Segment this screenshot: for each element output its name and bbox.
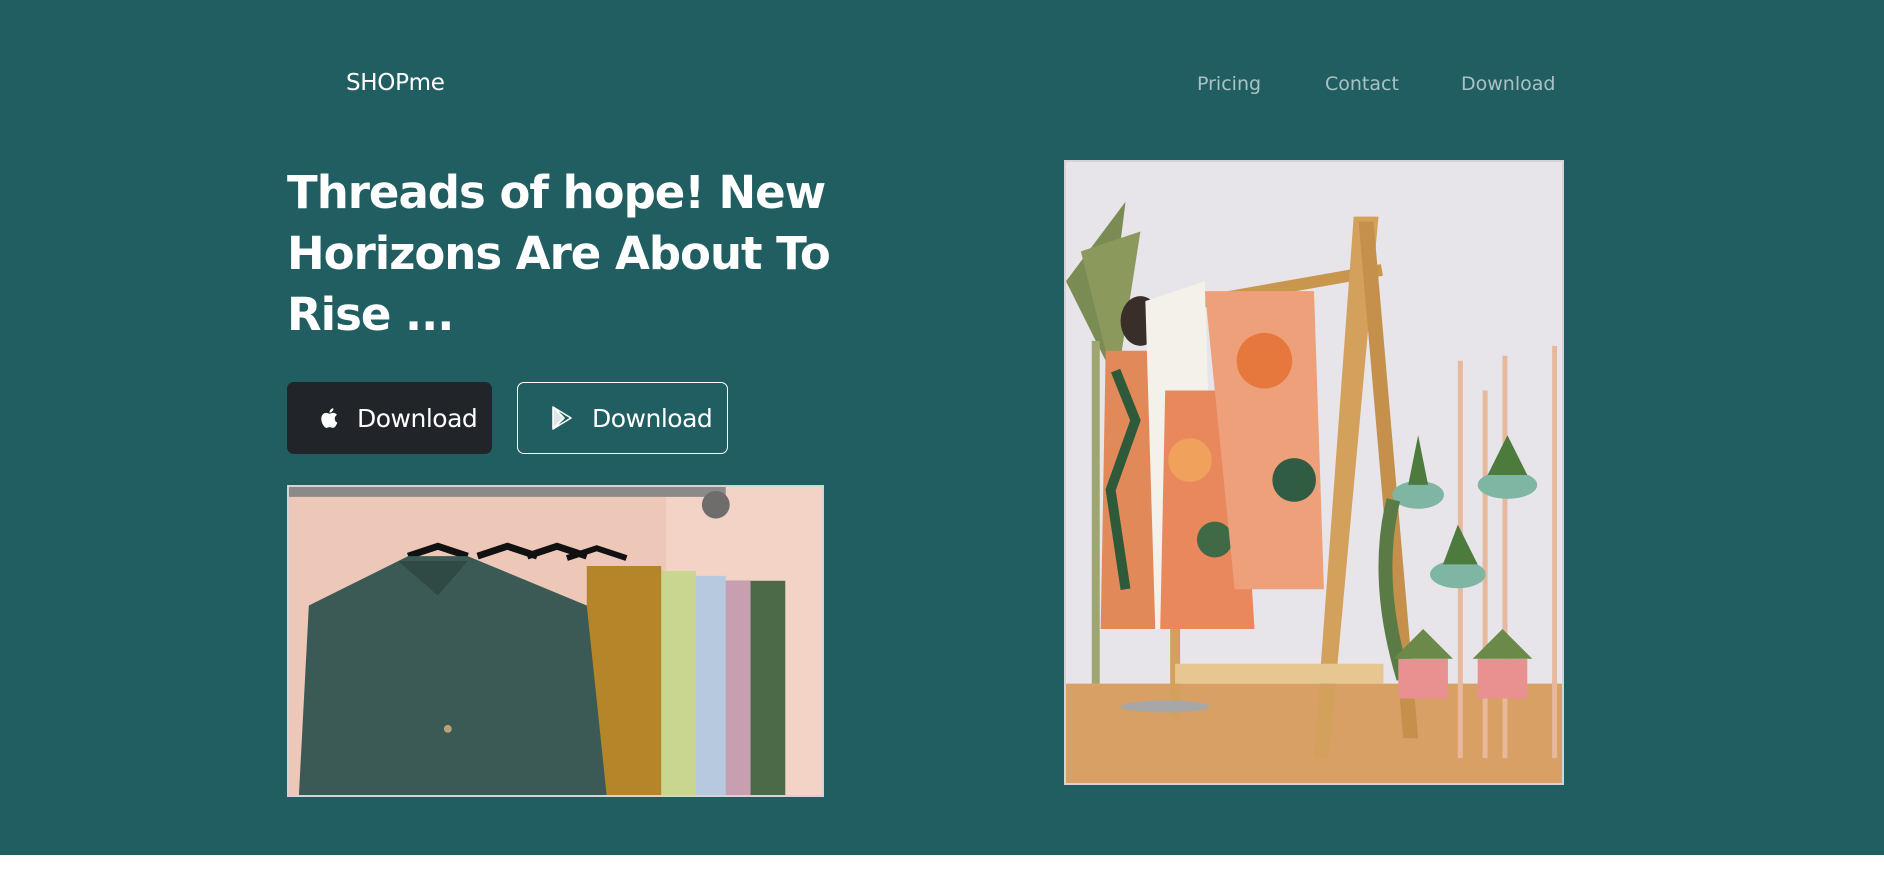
shirts-rack-image — [287, 485, 824, 797]
top-nav: Pricing Contact Download — [0, 73, 1884, 103]
hero-section: SHOPme Pricing Contact Download Threads … — [0, 0, 1884, 855]
download-play-store-label: Download — [592, 403, 713, 433]
nav-link-contact[interactable]: Contact — [1325, 73, 1399, 95]
nav-link-pricing[interactable]: Pricing — [1197, 73, 1261, 95]
clothing-store-image — [1064, 160, 1564, 785]
hero-headline: Threads of hope! New Horizons Are About … — [287, 166, 831, 341]
nav-link-download[interactable]: Download — [1461, 73, 1555, 95]
play-store-icon — [550, 404, 576, 432]
download-app-store-label: Download — [357, 403, 478, 433]
download-app-store-button[interactable]: Download — [287, 382, 492, 454]
apple-icon — [317, 404, 343, 432]
download-play-store-button[interactable]: Download — [517, 382, 728, 454]
